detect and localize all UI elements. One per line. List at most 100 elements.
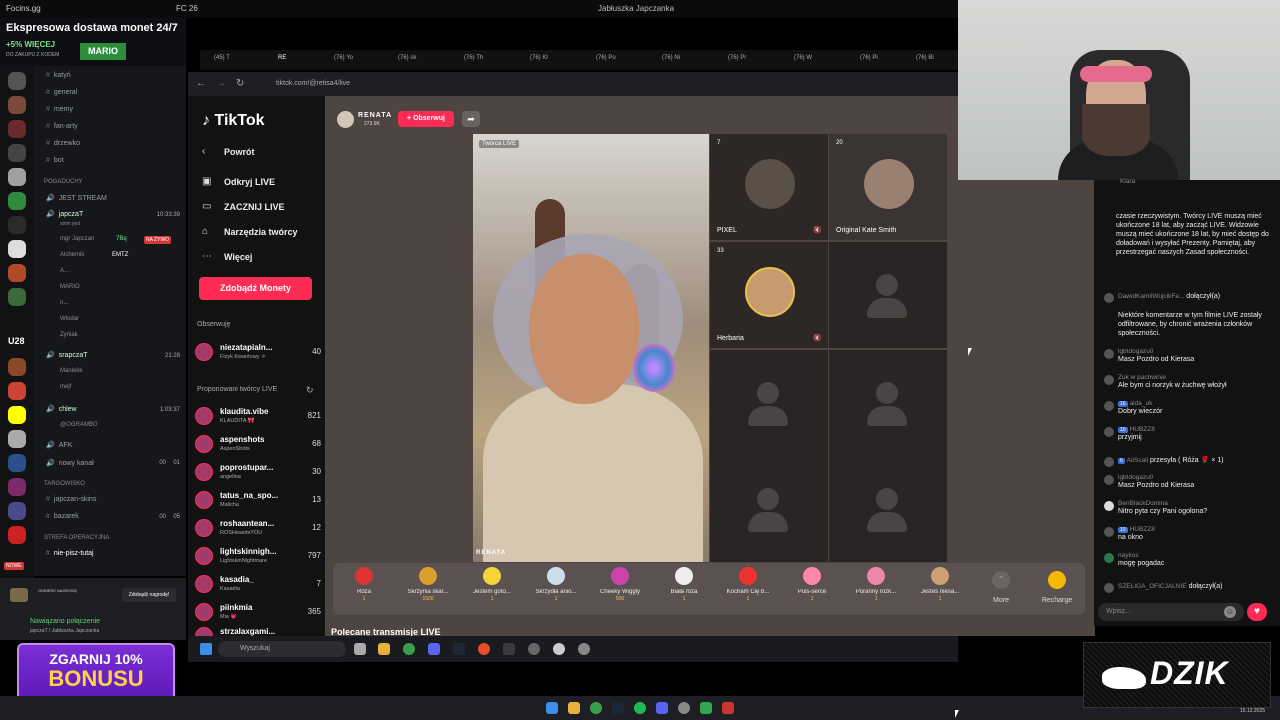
share-icon[interactable]: ➦ [462, 111, 480, 127]
forward-arrow-icon[interactable]: → [216, 78, 226, 89]
chat-user[interactable]: HUBZZ8 [1130, 526, 1155, 533]
voice-afk[interactable]: 🔊 AFK [46, 441, 72, 449]
reward-button[interactable]: Zdobądź nagrodę! [122, 588, 176, 602]
voice-member[interactable]: @OGRAMBO [60, 422, 97, 428]
server-icon[interactable] [8, 526, 26, 544]
creator-item[interactable]: lightskinnigh... LightskinNightmare 797 [195, 545, 321, 569]
guest-tile[interactable]: 33 Herbaria 🔇 [710, 242, 828, 348]
nav-more[interactable]: Więcej [224, 252, 252, 262]
voice-member[interactable]: Włodar [60, 316, 79, 322]
server-icon[interactable] [8, 264, 26, 282]
chat-user[interactable]: naykos [1118, 552, 1274, 559]
voice-member[interactable]: Manlekk [60, 368, 82, 374]
chat-user[interactable]: lgbtdogazu0 [1118, 474, 1274, 481]
browser-tab-active[interactable]: RE [278, 55, 286, 61]
server-icon[interactable] [8, 406, 26, 424]
server-icon[interactable] [8, 430, 26, 448]
browser-tab[interactable]: (76) Po [596, 55, 616, 61]
chrome-icon[interactable] [403, 643, 415, 655]
windows-start-icon[interactable] [200, 643, 212, 655]
taskbar-search[interactable]: Wyszukaj [218, 641, 346, 657]
guest-tile[interactable]: 20 Original Kate Smith [829, 134, 947, 240]
server-icon[interactable] [8, 216, 26, 234]
browser-tab[interactable]: (76) Yo [334, 55, 353, 61]
chat-user[interactable]: SZELIGA_OFICJALNIE [1118, 583, 1187, 590]
chrome-icon[interactable] [590, 702, 602, 714]
channel-memy[interactable]: # memy [46, 106, 73, 113]
creator-item[interactable]: kasadia_ Kasadia 7 [195, 573, 321, 597]
browser-tab[interactable]: (76) Bi [916, 55, 934, 61]
server-icon[interactable] [8, 288, 26, 306]
host-video[interactable] [473, 134, 709, 562]
channel-japczan-skins[interactable]: # japczan-skins [46, 496, 96, 503]
channel-drzewko[interactable]: # drzewko [46, 140, 80, 147]
creator-item[interactable]: roshaantean... ROSHwantsYOU 12 [195, 517, 321, 541]
chat-input[interactable]: Wpisz... [1098, 603, 1244, 621]
empty-seat[interactable] [710, 350, 828, 456]
nav-creator-tools[interactable]: Narzędzia twórcy [224, 227, 298, 237]
server-icon[interactable] [8, 478, 26, 496]
voice-japczat[interactable]: 🔊 japczaT [46, 210, 83, 218]
steam-icon[interactable] [612, 702, 624, 714]
server-icon[interactable] [8, 240, 26, 258]
voice-srapczat[interactable]: 🔊 srapczaT [46, 351, 88, 359]
creator-item[interactable]: klaudita.vibe KLAUDITA 🎀 821 [195, 405, 321, 429]
gift-item[interactable]: Biała róża 1 [655, 567, 713, 602]
creator-item[interactable]: tatus_na_spo... Malicha 13 [195, 489, 321, 513]
server-icon[interactable] [8, 454, 26, 472]
app-icon[interactable] [478, 643, 490, 655]
chat-user[interactable]: aida_uk [1130, 400, 1153, 407]
nav-discover-live[interactable]: Odkryj LIVE [224, 177, 275, 187]
url-field[interactable]: tiktok.com/@retisa4/live [276, 80, 350, 87]
server-u28[interactable]: U28 [8, 336, 25, 346]
gift-item[interactable]: Skrzydła anio... 1 [527, 567, 585, 602]
voice-nowy-kanal[interactable]: 🔊 nowy kanał [46, 459, 94, 467]
app-icon[interactable] [503, 643, 515, 655]
chat-user[interactable]: BenBlackDomina [1118, 500, 1274, 507]
chat-user[interactable]: AliScali [1127, 457, 1148, 464]
back-arrow-icon[interactable]: ← [196, 78, 206, 89]
steam-icon[interactable] [453, 643, 465, 655]
channel-bot[interactable]: # bot [46, 157, 64, 164]
gift-item[interactable]: Kocham Cię b... 1 [719, 567, 777, 602]
server-icon[interactable] [8, 358, 26, 376]
empty-seat[interactable] [710, 456, 828, 562]
gift-item[interactable]: Jesteś niesa... 1 [911, 567, 969, 602]
windows-start-icon[interactable] [546, 702, 558, 714]
gift-item[interactable]: Róża 1 [335, 567, 393, 602]
gift-item[interactable]: Cheeky Wiggly 500 [591, 567, 649, 602]
browser-tab[interactable]: (76) W [794, 55, 812, 61]
server-icon[interactable] [8, 120, 26, 138]
server-icon[interactable] [8, 382, 26, 400]
app-icon[interactable] [528, 643, 540, 655]
app-icon[interactable] [678, 702, 690, 714]
empty-seat[interactable] [829, 242, 947, 348]
task-view-icon[interactable] [354, 643, 366, 655]
browser-tab[interactable]: (76) Ni [662, 55, 680, 61]
follow-button[interactable]: + Obserwuj [398, 111, 454, 127]
creator-item[interactable]: niezatapialn... Fizyk Kwantowy ⚛ 40 [195, 341, 321, 365]
creator-item[interactable]: aspenshots AspenShots 68 [195, 433, 321, 457]
creator-item[interactable]: piinkmia Mia 💗 365 [195, 601, 321, 625]
channel-jest-stream[interactable]: 🔊 JEST STREAM [46, 194, 107, 202]
channel-general[interactable]: # general [46, 89, 77, 96]
app-icon[interactable] [700, 702, 712, 714]
server-icon[interactable] [8, 168, 26, 186]
server-icon[interactable] [8, 144, 26, 162]
server-icon[interactable] [8, 72, 26, 90]
category-targowisko[interactable]: TARGOWISKO [44, 481, 85, 487]
recharge-button[interactable]: Recharge [1033, 597, 1081, 604]
browser-tab[interactable]: (76) Kl [530, 55, 548, 61]
chat-user[interactable]: Zuk w pachwinie [1118, 374, 1274, 381]
folder-icon[interactable] [378, 643, 390, 655]
voice-member[interactable]: Alchemik [60, 252, 84, 258]
empty-seat[interactable] [829, 350, 947, 456]
browser-tab[interactable]: (76) sk [398, 55, 416, 61]
voice-member[interactable]: A... [60, 268, 69, 274]
get-coins-button[interactable]: Zdobądź Monety [199, 277, 312, 300]
category-strefa[interactable]: STREFA OPERACYJNA [44, 535, 109, 541]
voice-member[interactable]: n... [60, 300, 68, 306]
heart-icon[interactable]: ♥ [1247, 603, 1267, 621]
tiktok-logo[interactable]: ♪ TikTok [202, 112, 265, 130]
gift-item[interactable]: Puls-serce 1 [783, 567, 841, 602]
